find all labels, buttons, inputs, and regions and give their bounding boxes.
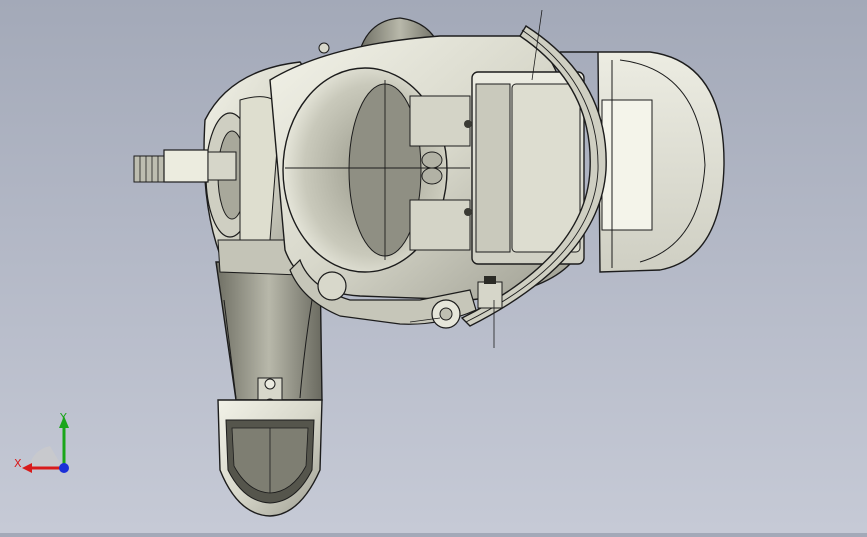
cable-connector: [133, 149, 237, 183]
bottom-tool-cup: [217, 399, 323, 517]
cad-viewport[interactable]: [0, 0, 867, 533]
coordinate-triad: Y X: [10, 408, 80, 478]
y-axis-label: Y: [59, 411, 67, 424]
motor-unit: [464, 71, 585, 265]
model-canvas[interactable]: [0, 0, 867, 533]
x-axis-head: [22, 463, 32, 473]
x-axis-label: X: [14, 457, 22, 470]
z-axis-dot: [59, 463, 69, 473]
triad-plane: [28, 446, 64, 470]
